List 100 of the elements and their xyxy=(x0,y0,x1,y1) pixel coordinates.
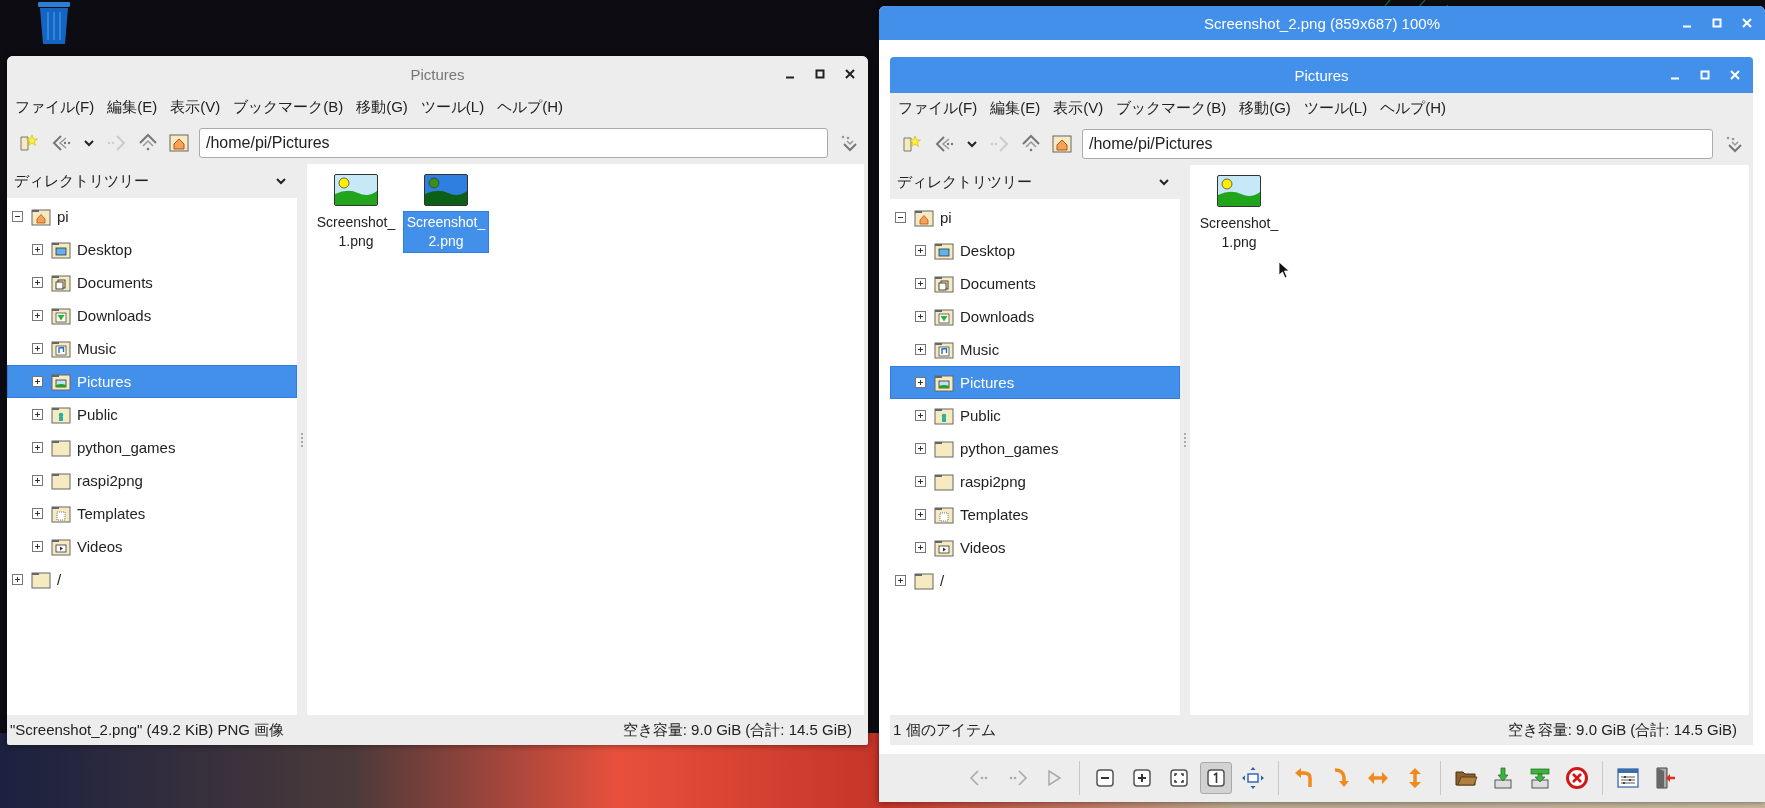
disk-space-text: 空き容量: 9.0 GiB (合計: 14.5 GiB) xyxy=(622,720,852,740)
folder-icon xyxy=(934,505,954,524)
expand-icon[interactable] xyxy=(915,443,926,454)
menu-item[interactable]: ヘルプ(H) xyxy=(1380,98,1446,118)
tree-item[interactable]: Downloads xyxy=(7,299,297,332)
menu-item[interactable]: 表示(V) xyxy=(1053,98,1104,118)
image-file-icon[interactable] xyxy=(334,174,378,206)
expand-icon[interactable] xyxy=(32,310,43,321)
collapse-icon[interactable] xyxy=(12,211,23,222)
toolbar-button[interactable] xyxy=(1199,762,1232,794)
menu-item[interactable]: ファイル(F) xyxy=(898,98,978,118)
menu-item[interactable]: ブックマーク(B) xyxy=(1116,98,1227,118)
expand-icon[interactable] xyxy=(915,278,926,289)
menu-item[interactable]: 編集(E) xyxy=(107,97,158,117)
tree-item[interactable]: raspi2png xyxy=(890,465,1180,498)
tree-item[interactable]: / xyxy=(7,563,297,596)
file-name[interactable]: Screenshot_1.png xyxy=(1197,213,1281,253)
tree-item[interactable]: pi xyxy=(890,201,1180,234)
path-field[interactable]: /home/pi/Pictures xyxy=(199,128,828,158)
save-as-icon xyxy=(1527,766,1552,790)
tree-item[interactable]: Desktop xyxy=(7,233,297,266)
expand-icon[interactable] xyxy=(32,442,43,453)
menu-item[interactable]: 移動(G) xyxy=(1239,98,1291,118)
back-arrow-icon[interactable] xyxy=(51,133,73,153)
menu-item[interactable]: ツール(L) xyxy=(1303,98,1368,118)
expand-icon[interactable] xyxy=(12,574,23,585)
tree-item[interactable]: Videos xyxy=(7,530,297,563)
expand-icon[interactable] xyxy=(32,475,43,486)
home-icon[interactable] xyxy=(169,134,189,152)
tree-item[interactable]: Documents xyxy=(890,267,1180,300)
tree-item[interactable]: Documents xyxy=(7,266,297,299)
expand-icon[interactable] xyxy=(915,542,926,553)
menu-item[interactable]: ツール(L) xyxy=(420,97,485,117)
expand-icon[interactable] xyxy=(915,476,926,487)
tree-item[interactable]: Templates xyxy=(890,498,1180,531)
dropdown-caret-icon[interactable] xyxy=(966,139,978,149)
collapse-icon[interactable] xyxy=(895,212,906,223)
tree-item[interactable]: python_games xyxy=(7,431,297,464)
tree-item[interactable]: Public xyxy=(7,398,297,431)
folder-icon xyxy=(51,306,71,325)
expand-icon[interactable] xyxy=(915,344,926,355)
move-arrows-icon xyxy=(1240,766,1265,790)
expand-icon[interactable] xyxy=(32,244,43,255)
home-folder-icon xyxy=(914,208,934,227)
back-arrow-icon[interactable] xyxy=(934,134,956,154)
tree-item[interactable]: Music xyxy=(7,332,297,365)
folder-icon xyxy=(934,241,954,260)
expand-icon[interactable] xyxy=(32,508,43,519)
home-folder-icon xyxy=(31,207,51,226)
tree-item[interactable]: Public xyxy=(890,399,1180,432)
expand-icon[interactable] xyxy=(915,410,926,421)
expand-icon[interactable] xyxy=(32,376,43,387)
path-field[interactable]: /home/pi/Pictures xyxy=(1082,129,1713,159)
folder-icon xyxy=(51,372,71,391)
expand-icon[interactable] xyxy=(895,575,906,586)
file-name[interactable]: Screenshot_1.png xyxy=(314,212,398,252)
sidebar-mode-selector[interactable]: ディレクトリツリー xyxy=(7,164,297,198)
expand-icon[interactable] xyxy=(32,409,43,420)
window-title: Pictures xyxy=(410,65,465,83)
folder-icon xyxy=(934,406,954,425)
tree-item[interactable]: Templates xyxy=(7,497,297,530)
home-icon[interactable] xyxy=(1052,135,1072,153)
tree-item[interactable]: pi xyxy=(7,200,297,233)
tree-item[interactable]: python_games xyxy=(890,432,1180,465)
folder-icon xyxy=(934,274,954,293)
folder-icon xyxy=(51,405,71,424)
expand-icon[interactable] xyxy=(32,541,43,552)
sidebar-mode-selector[interactable]: ディレクトリツリー xyxy=(890,165,1180,199)
tree-item[interactable]: raspi2png xyxy=(7,464,297,497)
menu-item[interactable]: 表示(V) xyxy=(170,97,221,117)
folder-icon xyxy=(51,537,71,556)
tree-item[interactable]: Desktop xyxy=(890,234,1180,267)
menu-item[interactable]: ブックマーク(B) xyxy=(233,97,344,117)
expand-icon[interactable] xyxy=(32,343,43,354)
tree-item[interactable]: / xyxy=(890,564,1180,597)
window-title: Screenshot_2.png (859x687) 100% xyxy=(1204,14,1440,32)
expand-icon[interactable] xyxy=(32,277,43,288)
trash-icon[interactable] xyxy=(36,0,72,44)
expand-icon[interactable] xyxy=(915,311,926,322)
folder-icon xyxy=(934,439,954,458)
folder-icon xyxy=(31,570,51,589)
menu-item[interactable]: ファイル(F) xyxy=(15,97,95,117)
expand-icon[interactable] xyxy=(915,509,926,520)
tree-item[interactable]: Music xyxy=(890,333,1180,366)
preferences-icon xyxy=(1615,766,1640,790)
expand-icon[interactable] xyxy=(915,245,926,256)
folder-icon xyxy=(934,472,954,491)
dropdown-caret-icon[interactable] xyxy=(83,138,95,148)
folder-icon xyxy=(51,273,71,292)
close-icon[interactable] xyxy=(844,68,856,80)
image-file-icon[interactable] xyxy=(1217,175,1261,207)
expand-icon[interactable] xyxy=(915,377,926,388)
menu-item[interactable]: 編集(E) xyxy=(990,98,1041,118)
menu-item[interactable]: 移動(G) xyxy=(356,97,408,117)
menu-item[interactable]: ヘルプ(H) xyxy=(497,97,563,117)
tree-item[interactable]: Videos xyxy=(890,531,1180,564)
delete-icon xyxy=(1564,766,1589,790)
folder-icon xyxy=(934,340,954,359)
tree-item[interactable]: Downloads xyxy=(890,300,1180,333)
maximize-icon[interactable] xyxy=(814,68,826,80)
